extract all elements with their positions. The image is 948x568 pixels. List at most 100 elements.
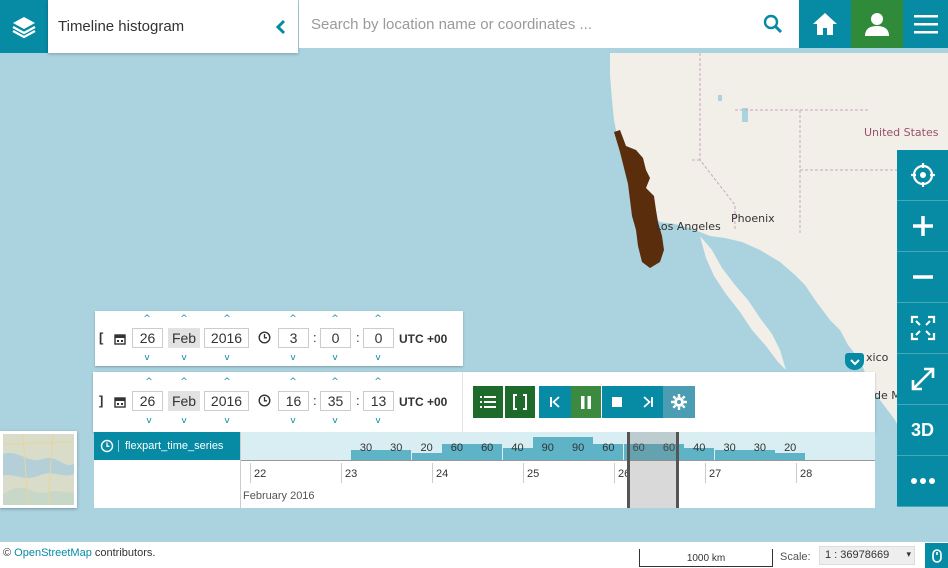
- timeline-tick-mark: [341, 463, 342, 483]
- fullscreen-icon: [911, 367, 934, 391]
- histogram-value-label: 40: [693, 442, 706, 454]
- layers-icon: [12, 16, 36, 38]
- end-second-field[interactable]: 13: [363, 391, 394, 411]
- minute-up-chevron[interactable]: ^: [329, 314, 341, 324]
- end-year-field[interactable]: 2016: [204, 391, 249, 411]
- search-button[interactable]: [747, 14, 799, 34]
- time-separator: :: [313, 393, 317, 408]
- day-down-chevron[interactable]: v: [141, 353, 153, 363]
- stop-button[interactable]: [602, 386, 632, 418]
- end-hour-field[interactable]: 16: [278, 391, 309, 411]
- overview-minimap[interactable]: [0, 431, 77, 508]
- timeline-layer-row[interactable]: flexpart_time_series: [94, 432, 240, 460]
- second-up-chevron[interactable]: ^: [372, 377, 384, 387]
- timeline-tick-mark: [796, 463, 797, 483]
- year-down-chevron[interactable]: v: [221, 416, 233, 426]
- chevron-left-icon: [275, 19, 286, 34]
- map-marker[interactable]: [845, 353, 864, 370]
- year-up-chevron[interactable]: ^: [221, 314, 233, 324]
- start-year-field[interactable]: 2016: [204, 328, 249, 348]
- start-minute-field[interactable]: 0: [320, 328, 351, 348]
- collapse-panel-button[interactable]: [264, 19, 298, 35]
- chevron-down-icon: [849, 358, 860, 365]
- step-forward-button[interactable]: [632, 386, 663, 418]
- more-icon: [910, 478, 935, 484]
- scale-label: Scale:: [780, 551, 811, 563]
- second-up-chevron[interactable]: ^: [372, 314, 384, 324]
- range-toggle-button[interactable]: [505, 386, 535, 418]
- histogram-bar[interactable]: [411, 453, 442, 460]
- hamburger-menu-icon: [913, 15, 938, 34]
- scale-value: 1 : 36978669: [825, 549, 890, 561]
- minute-up-chevron[interactable]: ^: [329, 377, 341, 387]
- start-day-field[interactable]: 26: [132, 328, 163, 348]
- histogram-bar[interactable]: [775, 453, 806, 460]
- crosshair-icon: [910, 163, 935, 187]
- end-month-field[interactable]: Feb: [168, 391, 200, 411]
- histogram-area[interactable]: 30 30 20 60 60 40 90 90 60 60 60 40 30 30 20 22 23 24 25 2…: [241, 432, 875, 508]
- histogram-value-label: 30: [723, 442, 736, 454]
- histogram-value-label: 60: [450, 442, 464, 454]
- map-label-mexico: xico: [866, 351, 889, 364]
- day-up-chevron[interactable]: ^: [143, 377, 155, 387]
- histogram-value-label: 90: [541, 442, 554, 454]
- search-box: Search by location name or coordinates .…: [299, 0, 799, 48]
- histogram-value-label: 40: [511, 442, 524, 454]
- zoom-out-button[interactable]: [897, 252, 948, 303]
- year-down-chevron[interactable]: v: [221, 353, 233, 363]
- user-button[interactable]: [851, 0, 903, 48]
- start-second-field[interactable]: 0: [363, 328, 394, 348]
- zoom-extent-button[interactable]: [897, 303, 948, 354]
- end-bracket: ]: [99, 393, 104, 408]
- timeline-tick-label: 25: [527, 468, 540, 480]
- list-icon: [480, 396, 496, 408]
- month-down-chevron[interactable]: v: [178, 353, 190, 363]
- timeline-layer-name: flexpart_time_series: [118, 440, 223, 452]
- end-day-field[interactable]: 26: [132, 391, 163, 411]
- hour-up-chevron[interactable]: ^: [287, 314, 299, 324]
- fullscreen-button[interactable]: [897, 354, 948, 405]
- hour-down-chevron[interactable]: v: [287, 416, 299, 426]
- divider: [462, 372, 463, 432]
- menu-button[interactable]: [903, 0, 948, 48]
- second-down-chevron[interactable]: v: [372, 416, 384, 426]
- mouse-position-button[interactable]: [925, 543, 948, 568]
- pause-button[interactable]: [571, 386, 601, 418]
- timeline-tick-mark: [614, 463, 615, 483]
- minute-down-chevron[interactable]: v: [329, 353, 341, 363]
- layers-button[interactable]: [0, 0, 48, 53]
- histogram-value-label: 60: [481, 442, 494, 454]
- 3d-button[interactable]: 3D: [897, 405, 948, 456]
- osm-link[interactable]: OpenStreetMap: [14, 547, 92, 559]
- step-backward-icon: [550, 396, 560, 408]
- histogram-value-label: 30: [390, 442, 403, 454]
- timeline-tick-label: 23: [345, 468, 358, 480]
- year-up-chevron[interactable]: ^: [221, 377, 233, 387]
- month-up-chevron[interactable]: ^: [178, 377, 190, 387]
- map-label-phoenix: Phoenix: [731, 212, 775, 225]
- hour-up-chevron[interactable]: ^: [287, 377, 299, 387]
- month-down-chevron[interactable]: v: [178, 416, 190, 426]
- minute-down-chevron[interactable]: v: [329, 416, 341, 426]
- step-backward-button[interactable]: [539, 386, 571, 418]
- day-down-chevron[interactable]: v: [143, 416, 155, 426]
- zoom-in-button[interactable]: [897, 201, 948, 252]
- day-up-chevron[interactable]: ^: [141, 314, 153, 324]
- scale-dropdown[interactable]: 1 : 36978669 ▾: [819, 546, 915, 565]
- timeline-tick-mark: [432, 463, 433, 483]
- start-hour-field[interactable]: 3: [278, 328, 309, 348]
- time-separator: :: [356, 393, 360, 408]
- search-input[interactable]: Search by location name or coordinates .…: [299, 16, 747, 33]
- second-down-chevron[interactable]: v: [372, 353, 384, 363]
- more-button[interactable]: [897, 456, 948, 507]
- locate-button[interactable]: [897, 150, 948, 201]
- list-view-button[interactable]: [473, 386, 503, 418]
- start-month-field[interactable]: Feb: [168, 328, 200, 348]
- timeline-month-label: February 2016: [243, 490, 315, 502]
- end-minute-field[interactable]: 35: [320, 391, 351, 411]
- current-time-window[interactable]: [627, 432, 679, 508]
- settings-button[interactable]: [663, 386, 695, 418]
- month-up-chevron[interactable]: ^: [178, 314, 190, 324]
- hour-down-chevron[interactable]: v: [287, 353, 299, 363]
- home-button[interactable]: [799, 0, 851, 48]
